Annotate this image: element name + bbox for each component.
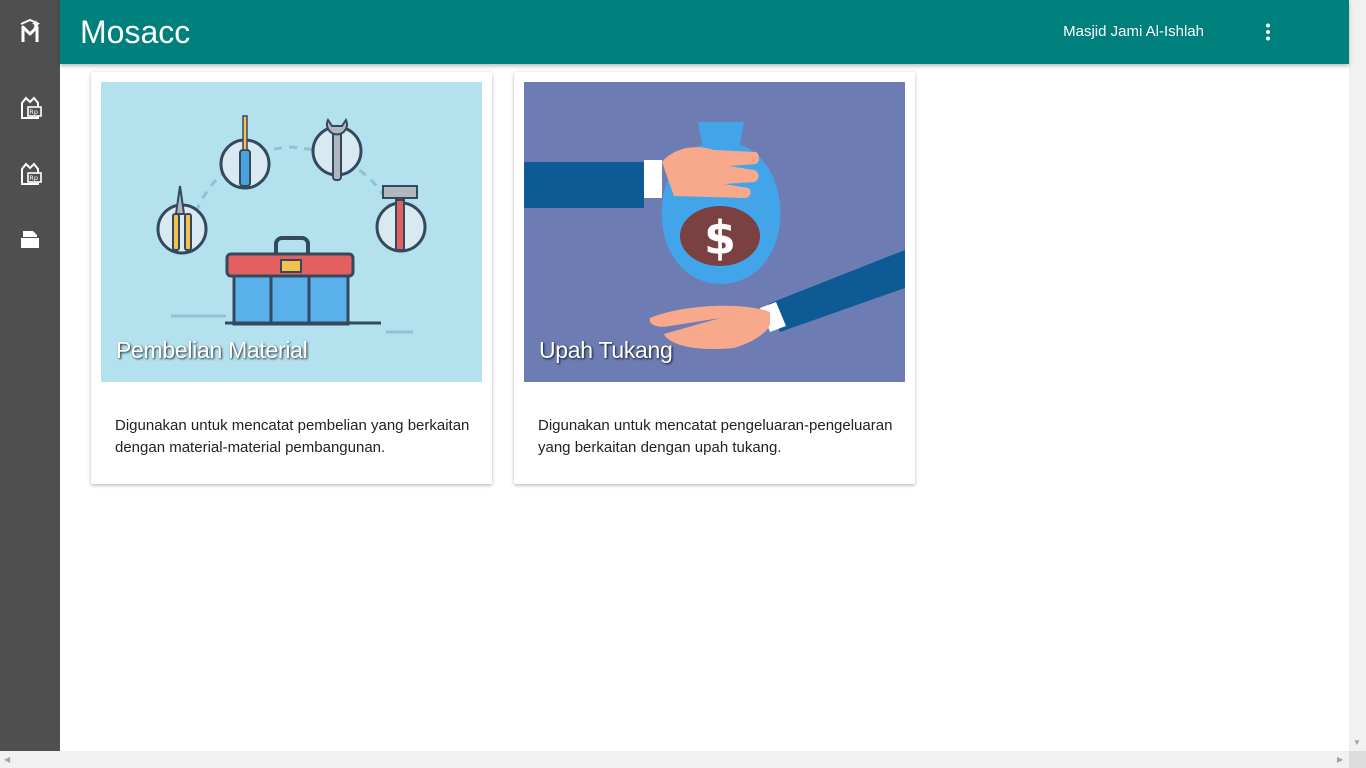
- card-title: Pembelian Material: [116, 337, 308, 363]
- sidebar: Rp Rp: [0, 0, 60, 768]
- card-pembelian-material[interactable]: Pembelian Material Digunakan untuk menca…: [91, 72, 492, 484]
- vertical-scrollbar[interactable]: ▼: [1349, 0, 1366, 768]
- sidebar-item-document[interactable]: [0, 214, 60, 264]
- card-description: Digunakan untuk mencatat pengeluaran-pen…: [538, 417, 893, 456]
- document-icon: [21, 231, 39, 248]
- card-media: Pembelian Material: [101, 82, 482, 382]
- svg-text:Rp: Rp: [29, 174, 38, 182]
- scroll-right-arrow[interactable]: ▶: [1337, 755, 1343, 765]
- sidebar-item-receipt-1[interactable]: Rp: [0, 84, 60, 134]
- sidebar-item-receipt-2[interactable]: Rp: [0, 150, 60, 200]
- scroll-down-arrow[interactable]: ▼: [1353, 738, 1361, 748]
- card-title: Upah Tukang: [539, 337, 673, 363]
- receipt-rp-icon: Rp: [21, 96, 42, 119]
- svg-text:Rp: Rp: [29, 108, 38, 116]
- card-description: Digunakan untuk mencatat pembelian yang …: [115, 417, 470, 456]
- app-title: Mosacc: [80, 14, 191, 50]
- scrollbar-corner: [1349, 751, 1366, 768]
- card-upah-tukang[interactable]: $ Upah Tukang Digunakan untuk mencatat p…: [514, 72, 915, 484]
- card-media: $ Upah Tukang: [524, 82, 905, 382]
- horizontal-scrollbar[interactable]: ◀ ▶: [0, 751, 1349, 768]
- mosacc-logo-icon[interactable]: [0, 6, 60, 56]
- scroll-left-arrow[interactable]: ◀: [4, 755, 10, 765]
- receipt-rp-icon: Rp: [21, 162, 42, 185]
- organization-name[interactable]: Masjid Jami Al-Ishlah: [1063, 22, 1204, 42]
- more-vert-icon[interactable]: [1253, 17, 1283, 47]
- dollar-sign: $: [704, 211, 736, 265]
- app-bar: Mosacc Masjid Jami Al-Ishlah: [60, 0, 1349, 64]
